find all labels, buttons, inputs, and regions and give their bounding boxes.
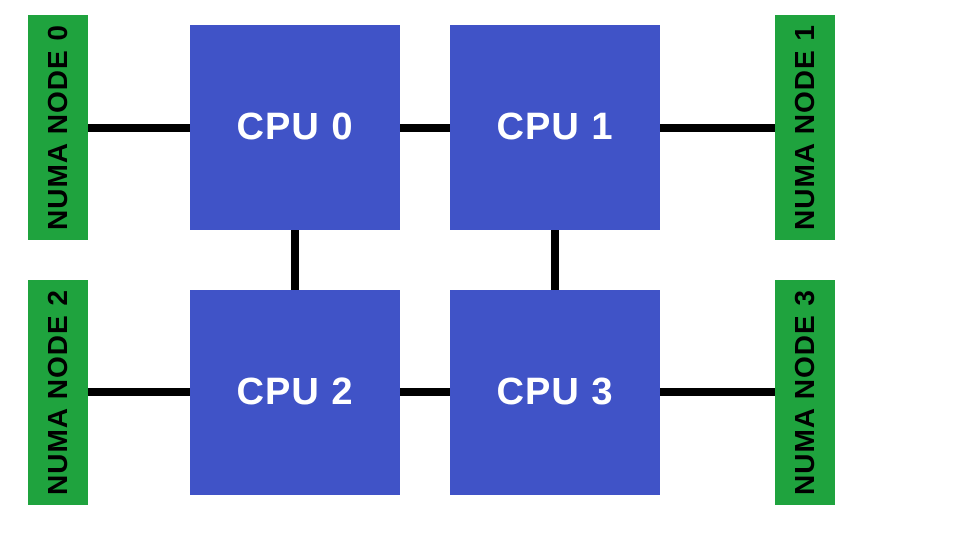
link-cpu1-numa1 [660, 124, 775, 132]
cpu-2-label: CPU 2 [237, 371, 354, 414]
link-cpu0-cpu1 [400, 124, 450, 132]
cpu-0: CPU 0 [190, 25, 400, 230]
numa-node-0: NUMA NODE 0 [28, 15, 88, 240]
numa-node-0-label: NUMA NODE 0 [42, 25, 74, 231]
link-cpu2-cpu3 [400, 388, 450, 396]
link-numa0-cpu0 [88, 124, 190, 132]
numa-node-3: NUMA NODE 3 [775, 280, 835, 505]
numa-node-2: NUMA NODE 2 [28, 280, 88, 505]
cpu-1: CPU 1 [450, 25, 660, 230]
numa-node-2-label: NUMA NODE 2 [42, 290, 74, 496]
link-numa2-cpu2 [88, 388, 190, 396]
link-cpu0-cpu2 [291, 230, 299, 290]
numa-node-3-label: NUMA NODE 3 [789, 290, 821, 496]
numa-node-1-label: NUMA NODE 1 [789, 25, 821, 231]
cpu-2: CPU 2 [190, 290, 400, 495]
cpu-1-label: CPU 1 [497, 106, 614, 149]
cpu-3: CPU 3 [450, 290, 660, 495]
link-cpu1-cpu3 [551, 230, 559, 290]
numa-node-1: NUMA NODE 1 [775, 15, 835, 240]
cpu-0-label: CPU 0 [237, 106, 354, 149]
link-cpu3-numa3 [660, 388, 775, 396]
cpu-3-label: CPU 3 [497, 371, 614, 414]
